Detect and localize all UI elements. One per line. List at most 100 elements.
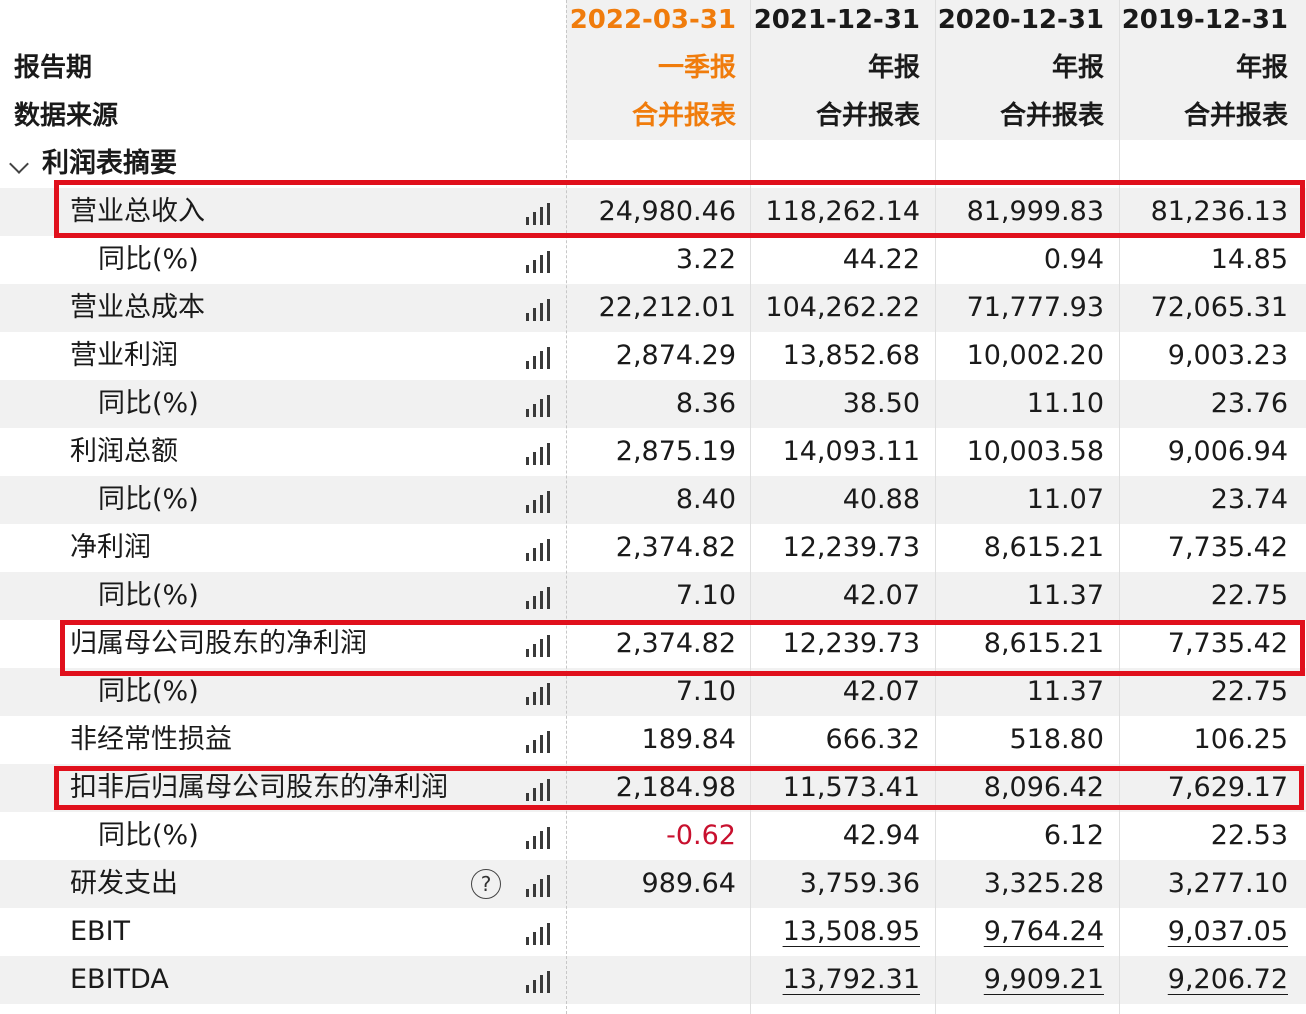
value-cell: 106.25 — [1193, 724, 1288, 755]
value-cell — [568, 908, 736, 956]
value-cell: 72,065.31 — [1150, 292, 1288, 323]
value-cell: 7,735.42 — [1167, 532, 1288, 563]
bar-chart-icon[interactable] — [526, 539, 550, 561]
period-header-2[interactable]: 2020-12-31 — [936, 0, 1104, 44]
bar-chart-icon[interactable] — [526, 299, 550, 321]
table-row: 同比(%) -0.62 42.94 6.12 22.53 — [0, 812, 1306, 860]
value-cell: 2,374.82 — [615, 532, 736, 563]
value-cell: 10,003.58 — [966, 436, 1104, 467]
table-row: EBIT 13,508.95 9,764.24 9,037.05 — [0, 908, 1306, 956]
value-link[interactable]: 9,206.72 — [1120, 956, 1288, 1004]
table-row: 营业利润 2,874.29 13,852.68 10,002.20 9,003.… — [0, 332, 1306, 380]
bar-chart-icon[interactable] — [526, 491, 550, 513]
value-cell: 7.10 — [675, 580, 736, 611]
value-cell: 3.22 — [675, 244, 736, 275]
value-cell: 14.85 — [1210, 244, 1288, 275]
table-row: 非经常性损益 189.84 666.32 518.80 106.25 — [0, 716, 1306, 764]
value-cell: -0.62 — [666, 820, 736, 851]
bar-chart-icon[interactable] — [526, 443, 550, 465]
report-type-0: 一季报 — [657, 53, 736, 83]
row-label: 非经常性损益 — [70, 724, 232, 755]
column-divider — [566, 0, 567, 1014]
table-row: 净利润 2,374.82 12,239.73 8,615.21 7,735.42 — [0, 524, 1306, 572]
highlight-box — [60, 620, 1305, 676]
value-cell: 0.94 — [1043, 244, 1104, 275]
value-cell: 3,325.28 — [983, 868, 1104, 899]
row-label: EBITDA — [70, 964, 169, 995]
report-type-2: 年报 — [1051, 53, 1104, 83]
highlight-box — [54, 180, 1305, 238]
row-label: 利润总额 — [70, 436, 178, 467]
data-source-0: 合并报表 — [631, 101, 736, 131]
bar-chart-icon[interactable] — [526, 251, 550, 273]
bar-chart-icon[interactable] — [526, 683, 550, 705]
header-report-type-row: 报告期 一季报 年报 年报 年报 — [0, 44, 1306, 92]
value-cell: 23.74 — [1210, 484, 1288, 515]
value-cell: 189.84 — [641, 724, 736, 755]
bar-chart-icon[interactable] — [526, 395, 550, 417]
table-row: EBITDA 13,792.31 9,909.21 9,206.72 — [0, 956, 1306, 1004]
bar-chart-icon[interactable] — [526, 731, 550, 753]
value-cell: 42.07 — [842, 580, 920, 611]
value-link[interactable]: 9,764.24 — [936, 908, 1104, 956]
row-label: 营业总成本 — [70, 292, 205, 323]
value-cell: 8.36 — [675, 388, 736, 419]
bar-chart-icon[interactable] — [526, 923, 550, 945]
value-cell: 11.37 — [1026, 580, 1104, 611]
value-link[interactable]: 9,037.05 — [1120, 908, 1288, 956]
value-cell: 8.40 — [675, 484, 736, 515]
table-row: 同比(%) 7.10 42.07 11.37 22.75 — [0, 572, 1306, 620]
value-link[interactable]: 13,508.95 — [752, 908, 920, 956]
column-divider — [750, 0, 751, 1014]
column-divider — [1119, 0, 1120, 1014]
value-cell: 3,759.36 — [799, 868, 920, 899]
bar-chart-icon[interactable] — [526, 587, 550, 609]
value-cell: 14,093.11 — [782, 436, 920, 467]
data-source-1: 合并报表 — [815, 101, 920, 131]
value-cell: 8,615.21 — [983, 532, 1104, 563]
bar-chart-icon[interactable] — [526, 875, 550, 897]
value-cell: 23.76 — [1210, 388, 1288, 419]
help-icon[interactable]: ? — [471, 869, 501, 899]
report-type-1: 年报 — [867, 53, 920, 83]
value-link[interactable]: 9,909.21 — [936, 956, 1104, 1004]
value-cell: 3,277.10 — [1167, 868, 1288, 899]
row-label: 研发支出 — [70, 868, 178, 899]
value-cell: 44.22 — [842, 244, 920, 275]
value-cell: 22,212.01 — [598, 292, 736, 323]
value-cell: 6.12 — [1043, 820, 1104, 851]
value-cell: 13,852.68 — [782, 340, 920, 371]
row-label: 净利润 — [70, 532, 151, 563]
period-header-3[interactable]: 2019-12-31 — [1120, 0, 1288, 44]
value-cell: 10,002.20 — [966, 340, 1104, 371]
value-link[interactable]: 13,792.31 — [752, 956, 920, 1004]
header-data-source-row: 数据来源 合并报表 合并报表 合并报表 合并报表 — [0, 92, 1306, 140]
data-source-3: 合并报表 — [1183, 101, 1288, 131]
bar-chart-icon[interactable] — [526, 347, 550, 369]
table-row: 同比(%) 8.40 40.88 11.07 23.74 — [0, 476, 1306, 524]
table-row: 研发支出 ? 989.64 3,759.36 3,325.28 3,277.10 — [0, 860, 1306, 908]
bar-chart-icon[interactable] — [526, 827, 550, 849]
value-cell: 22.53 — [1210, 820, 1288, 851]
value-cell: 104,262.22 — [765, 292, 920, 323]
period-header-0[interactable]: 2022-03-31 — [568, 0, 736, 44]
value-cell: 2,875.19 — [615, 436, 736, 467]
chevron-down-icon[interactable] — [9, 154, 29, 174]
value-cell: 22.75 — [1210, 580, 1288, 611]
row-label: EBIT — [70, 916, 131, 947]
data-source-label: 数据来源 — [14, 101, 119, 131]
value-cell: 12,239.73 — [782, 532, 920, 563]
value-cell: 989.64 — [641, 868, 736, 899]
table-row: 营业总成本 22,212.01 104,262.22 71,777.93 72,… — [0, 284, 1306, 332]
row-label: 营业利润 — [70, 340, 178, 371]
value-cell: 11.10 — [1026, 388, 1104, 419]
value-cell: 2,874.29 — [615, 340, 736, 371]
period-header-1[interactable]: 2021-12-31 — [752, 0, 920, 44]
data-source-2: 合并报表 — [999, 101, 1104, 131]
value-cell: 9,003.23 — [1167, 340, 1288, 371]
report-type-3: 年报 — [1235, 53, 1288, 83]
value-cell: 518.80 — [1009, 724, 1104, 755]
report-period-label: 报告期 — [14, 53, 93, 83]
bar-chart-icon[interactable] — [526, 971, 550, 993]
value-cell: 40.88 — [842, 484, 920, 515]
